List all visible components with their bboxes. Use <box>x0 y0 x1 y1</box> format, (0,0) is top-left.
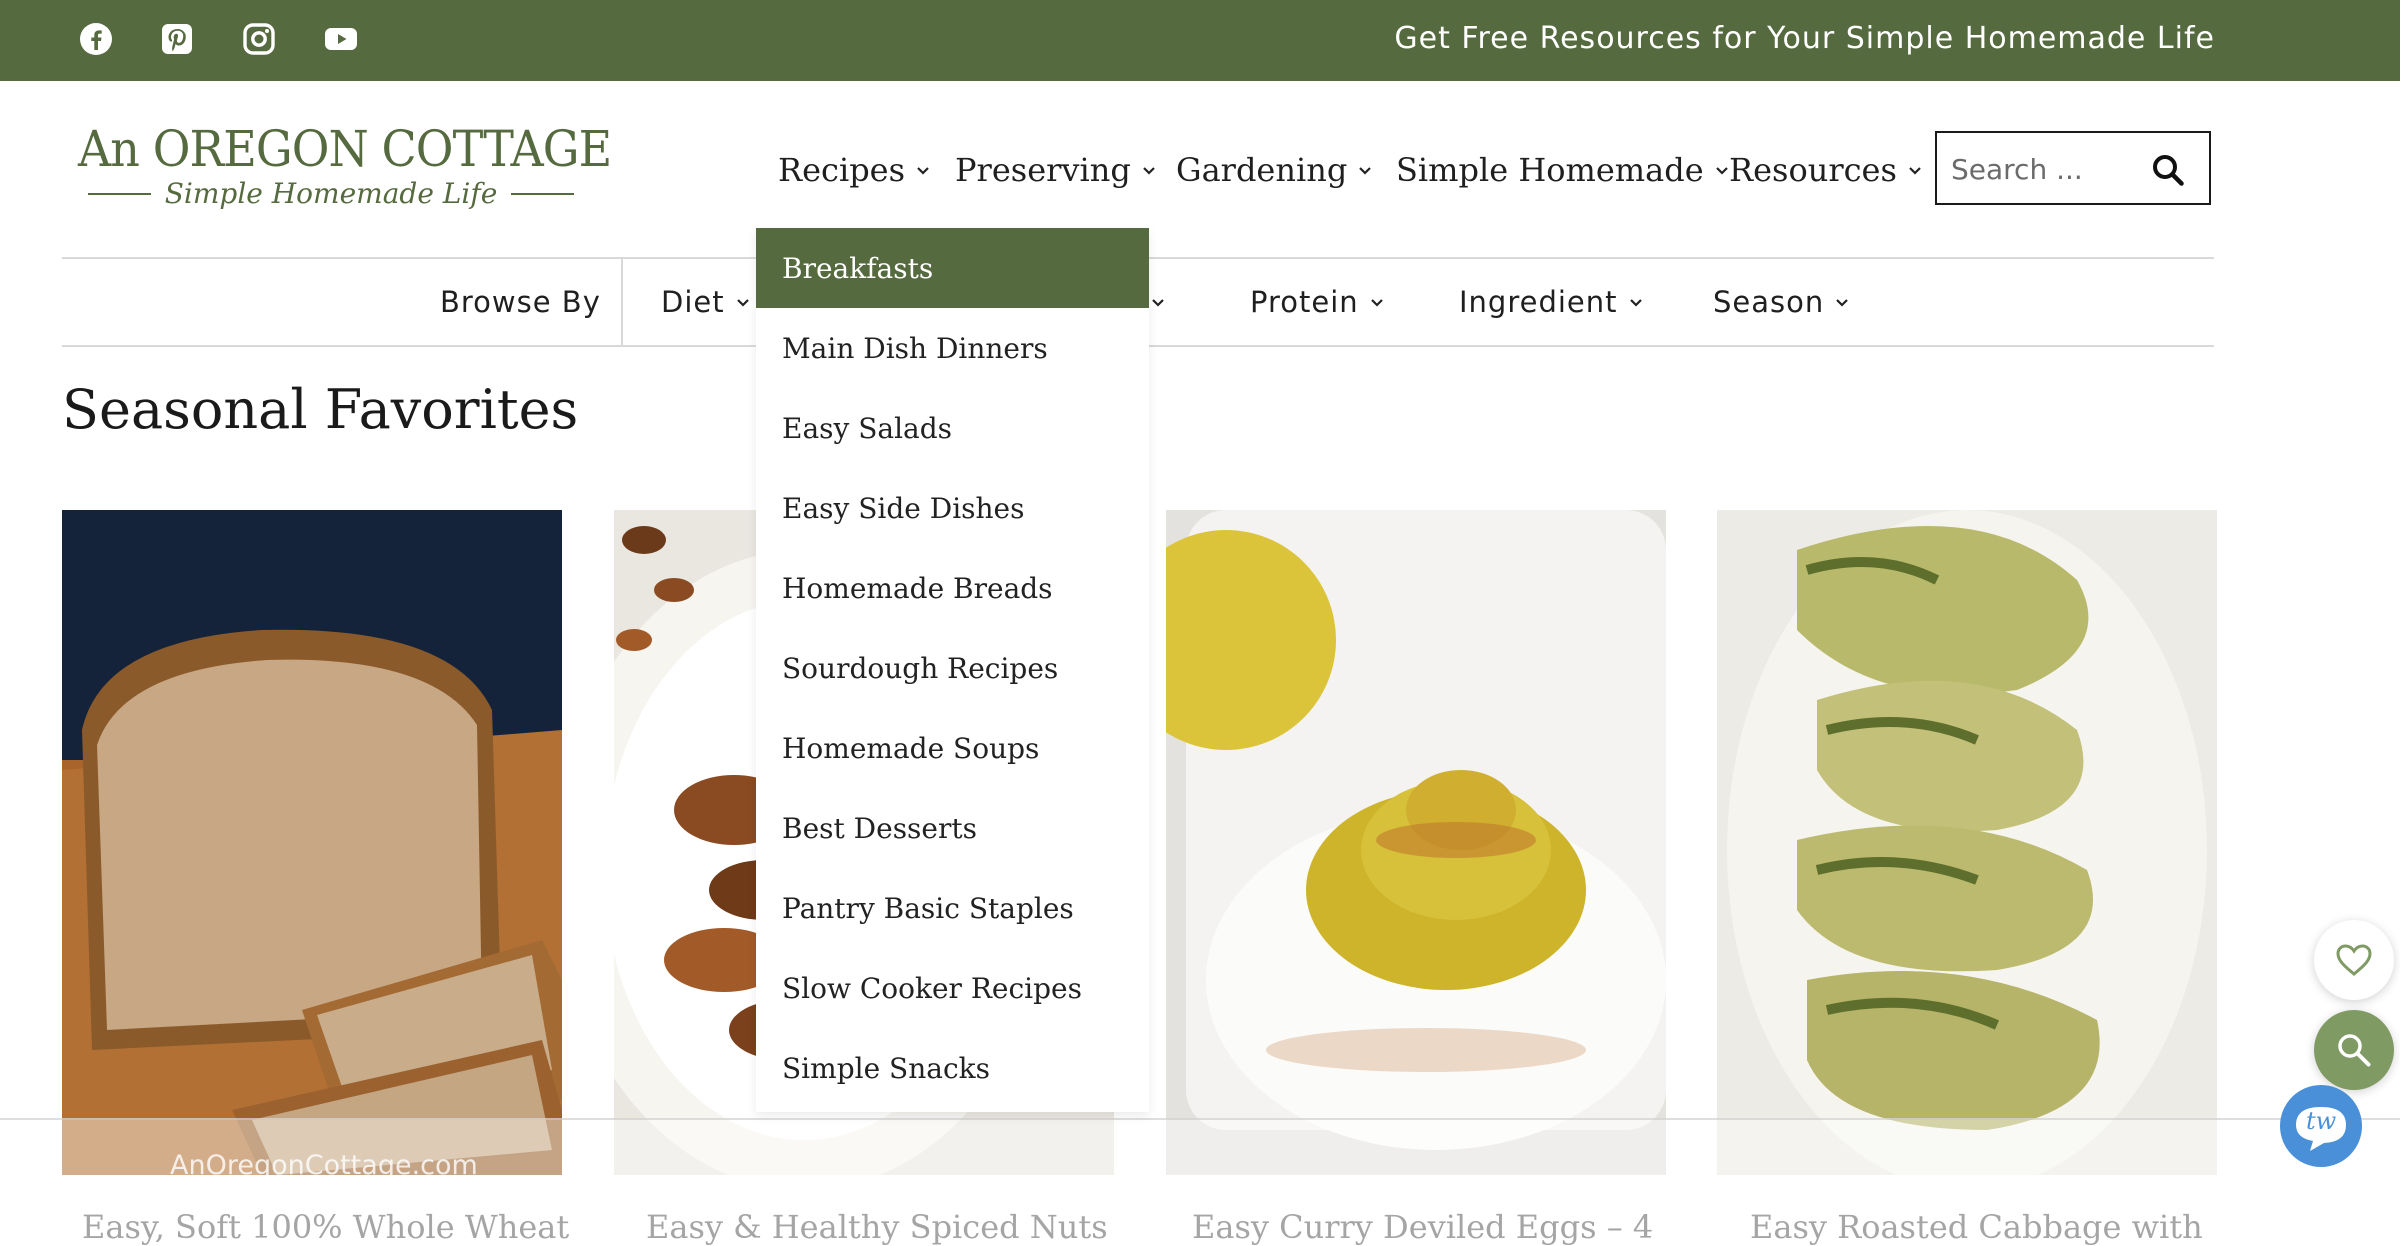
pinterest-icon[interactable] <box>158 20 196 58</box>
browse-by-label: Browse By <box>440 282 601 322</box>
nav-simple-homemade[interactable]: Simple Homemade <box>1396 148 1730 192</box>
dropdown-item-sourdough-recipes[interactable]: Sourdough Recipes <box>756 628 1149 708</box>
instagram-icon[interactable] <box>240 20 278 58</box>
chevron-down-icon <box>1715 167 1728 175</box>
logo-rule-left <box>88 192 151 195</box>
search-input[interactable] <box>1949 147 2143 191</box>
search-box <box>1935 131 2211 205</box>
chevron-down-icon <box>1359 167 1372 175</box>
dropdown-item-pantry-basic-staples[interactable]: Pantry Basic Staples <box>756 868 1149 948</box>
subnav-hidden-item-chevron[interactable] <box>1150 282 1166 322</box>
image-watermark: AnOregonCottage.com <box>170 1150 478 1181</box>
subnav-divider <box>621 259 623 345</box>
nav-gardening[interactable]: Gardening <box>1176 148 1373 192</box>
card-title[interactable]: Easy & Healthy Spiced Nuts <box>646 1208 1108 1246</box>
dropdown-item-easy-salads[interactable]: Easy Salads <box>756 388 1149 468</box>
card-image-deviled-eggs[interactable] <box>1166 510 1666 1175</box>
nav-preserving-label: Preserving <box>955 151 1131 189</box>
nav-resources-label: Resources <box>1729 151 1897 189</box>
dropdown-item-easy-side-dishes[interactable]: Easy Side Dishes <box>756 468 1149 548</box>
chevron-down-icon <box>736 299 749 307</box>
dropdown-item-homemade-soups[interactable]: Homemade Soups <box>756 708 1149 788</box>
search-icon[interactable] <box>2151 153 2185 187</box>
chevron-down-icon <box>1836 299 1849 307</box>
favorites-button[interactable] <box>2314 920 2394 1000</box>
chat-widget-button[interactable]: tw <box>2280 1085 2362 1167</box>
promo-link[interactable]: Get Free Resources for Your Simple Homem… <box>1394 20 2215 58</box>
chevron-down-icon <box>1143 167 1155 175</box>
dropdown-item-slow-cooker-recipes[interactable]: Slow Cooker Recipes <box>756 948 1149 1028</box>
chevron-down-icon <box>917 167 929 175</box>
nav-simple-homemade-label: Simple Homemade <box>1396 151 1704 189</box>
site-logo[interactable]: An OREGON COTTAGE <box>78 120 612 178</box>
browse-by-text: Browse By <box>440 285 601 319</box>
subnav-diet[interactable]: Diet <box>661 282 751 322</box>
chevron-down-icon <box>1629 299 1642 307</box>
dropdown-item-homemade-breads[interactable]: Homemade Breads <box>756 548 1149 628</box>
nav-recipes[interactable]: Recipes <box>778 148 931 192</box>
subnav-season-label: Season <box>1713 285 1825 319</box>
subnav-protein-label: Protein <box>1250 285 1359 319</box>
recipes-dropdown-menu: Breakfasts Main Dish Dinners Easy Salads… <box>756 228 1149 1112</box>
nav-resources[interactable]: Resources <box>1729 148 1923 192</box>
card-title[interactable]: Easy, Soft 100% Whole Wheat <box>82 1208 569 1246</box>
logo-tagline: Simple Homemade Life <box>88 177 574 210</box>
subnav-ingredient-label: Ingredient <box>1459 285 1618 319</box>
dropdown-item-best-desserts[interactable]: Best Desserts <box>756 788 1149 868</box>
card-image-bread[interactable] <box>62 510 562 1175</box>
card-title[interactable]: Easy Curry Deviled Eggs – 4 <box>1192 1208 1653 1246</box>
nav-preserving[interactable]: Preserving <box>955 148 1157 192</box>
logo-tagline-text: Simple Homemade Life <box>164 177 498 210</box>
card-image-roasted-cabbage[interactable] <box>1717 510 2217 1175</box>
facebook-icon[interactable] <box>77 20 115 58</box>
dropdown-item-simple-snacks[interactable]: Simple Snacks <box>756 1028 1149 1108</box>
search-icon <box>2338 1034 2371 1067</box>
subnav-diet-label: Diet <box>661 285 725 319</box>
chevron-down-icon <box>1909 167 1921 175</box>
logo-rule-right <box>511 192 574 195</box>
chevron-down-icon <box>1370 299 1383 307</box>
section-heading: Seasonal Favorites <box>62 378 579 441</box>
heart-icon <box>2336 944 2372 976</box>
chat-widget-label: tw <box>2306 1107 2337 1135</box>
subnav-protein[interactable]: Protein <box>1250 282 1385 322</box>
subnav-ingredient[interactable]: Ingredient <box>1459 282 1644 322</box>
nav-gardening-label: Gardening <box>1176 151 1348 189</box>
subnav-season[interactable]: Season <box>1713 282 1850 322</box>
chevron-down-icon <box>1152 299 1164 307</box>
nav-recipes-label: Recipes <box>778 151 906 189</box>
dropdown-item-breakfasts[interactable]: Breakfasts <box>756 228 1149 308</box>
floating-search-button[interactable] <box>2314 1010 2394 1090</box>
dropdown-item-main-dish-dinners[interactable]: Main Dish Dinners <box>756 308 1149 388</box>
youtube-icon[interactable] <box>322 20 360 58</box>
card-title[interactable]: Easy Roasted Cabbage with <box>1750 1208 2203 1246</box>
